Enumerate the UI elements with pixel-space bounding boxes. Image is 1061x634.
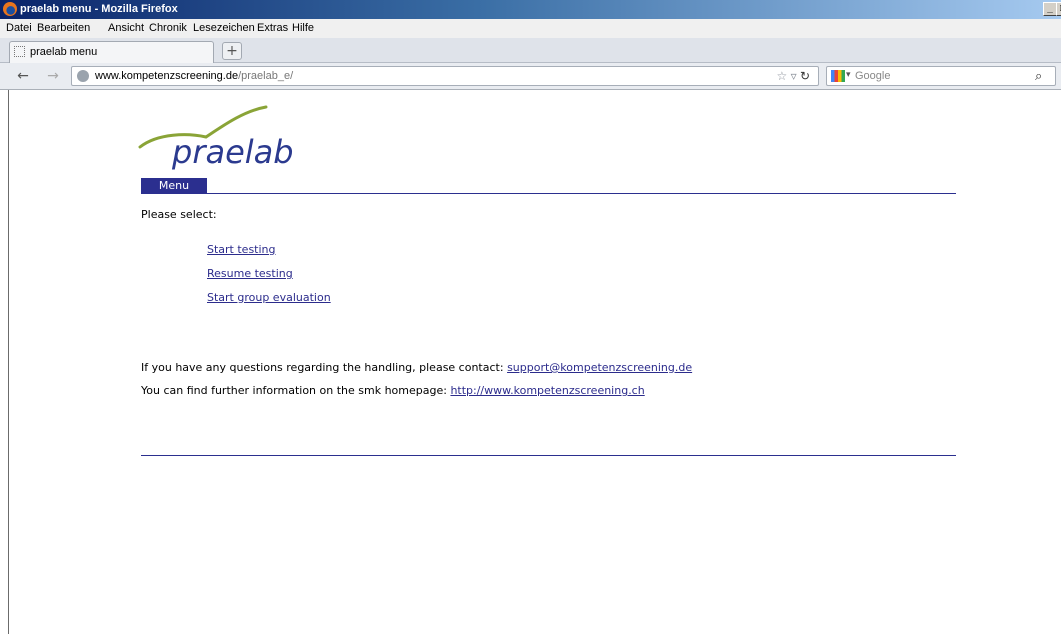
menubar: Datei Bearbeiten Ansicht Chronik Lesezei… — [0, 19, 1061, 38]
maximize-button[interactable]: □ — [1056, 2, 1061, 16]
google-icon[interactable] — [831, 70, 845, 82]
tab-praelab-menu[interactable]: praelab menu — [9, 41, 214, 63]
prompt-text: Please select: — [141, 208, 217, 221]
new-tab-button[interactable]: + — [222, 42, 242, 60]
search-box[interactable]: ▾ Google ⌕ — [826, 66, 1056, 86]
search-engine-dropdown-icon[interactable]: ▾ — [846, 69, 851, 80]
menu-ansicht[interactable]: Ansicht — [108, 22, 144, 34]
contact-line: If you have any questions regarding the … — [141, 361, 692, 374]
menu-bearbeiten[interactable]: Bearbeiten — [37, 22, 90, 34]
info-line: You can find further information on the … — [141, 384, 645, 397]
window-left-border — [0, 90, 9, 634]
forward-arrow-icon[interactable]: → — [44, 67, 62, 85]
url-bar[interactable]: www.kompetenzscreening.de/praelab_e/ ☆ ▿… — [71, 66, 819, 86]
url-host: www.kompetenzscreening.de — [95, 70, 239, 82]
magnifier-icon[interactable]: ⌕ — [1035, 68, 1051, 84]
url-text[interactable]: www.kompetenzscreening.de/praelab_e/ — [95, 70, 293, 82]
praelab-logo: praelab — [138, 103, 308, 171]
menu-datei[interactable]: Datei — [6, 22, 32, 34]
start-group-evaluation-link[interactable]: Start group evaluation — [207, 291, 331, 304]
bookmark-star-icon[interactable]: ☆ — [776, 69, 787, 83]
start-group-evaluation-link-wrap: Start group evaluation — [207, 291, 331, 304]
start-testing-link-wrap: Start testing — [207, 243, 276, 256]
url-path: /praelab_e/ — [238, 70, 294, 82]
menu-hilfe[interactable]: Hilfe — [292, 22, 314, 34]
page-favicon-icon — [14, 46, 25, 57]
site-identity-icon[interactable] — [77, 70, 89, 82]
url-bar-icons: ☆ ▿ ↻ — [776, 69, 810, 83]
support-email-link[interactable]: support@kompetenzscreening.de — [507, 361, 692, 374]
praelab-logo-graphic: praelab — [138, 105, 294, 171]
resume-testing-link[interactable]: Resume testing — [207, 267, 293, 280]
resume-testing-link-wrap: Resume testing — [207, 267, 293, 280]
menu-extras[interactable]: Extras — [257, 22, 288, 34]
logo-text: praelab — [171, 133, 294, 171]
tab-bar: praelab menu + — [0, 38, 1061, 63]
footer-rule — [141, 455, 956, 456]
menu-heading-tab: Menu — [141, 178, 207, 194]
firefox-icon — [3, 2, 17, 16]
minimize-button[interactable]: _ — [1043, 2, 1057, 16]
menu-lesezeichen[interactable]: Lesezeichen — [193, 22, 255, 34]
search-input[interactable]: Google — [855, 70, 890, 82]
homepage-link[interactable]: http://www.kompetenzscreening.ch — [450, 384, 644, 397]
tab-label: praelab menu — [30, 46, 98, 58]
navigation-toolbar: ← → www.kompetenzscreening.de/praelab_e/… — [0, 63, 1061, 90]
start-testing-link[interactable]: Start testing — [207, 243, 276, 256]
menu-chronik[interactable]: Chronik — [149, 22, 187, 34]
window-titlebar: praelab menu - Mozilla Firefox _ □ — [0, 0, 1061, 19]
header-rule — [141, 193, 956, 194]
window-title: praelab menu - Mozilla Firefox — [20, 3, 178, 15]
info-text: You can find further information on the … — [141, 384, 451, 397]
history-dropdown-icon[interactable]: ▿ — [791, 69, 797, 83]
contact-text: If you have any questions regarding the … — [141, 361, 508, 374]
back-arrow-icon[interactable]: ← — [14, 67, 32, 85]
reload-icon[interactable]: ↻ — [800, 69, 810, 83]
